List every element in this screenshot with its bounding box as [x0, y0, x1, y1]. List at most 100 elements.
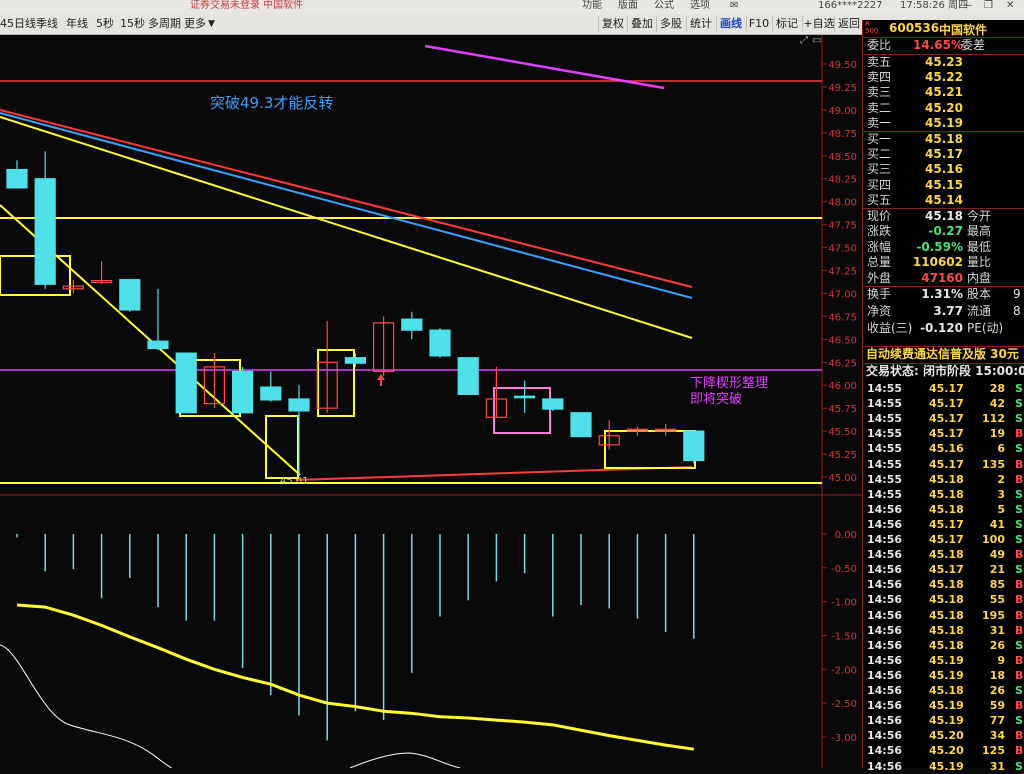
tick-volume: 34: [989, 729, 1005, 743]
maximize-icon[interactable]: ❐: [984, 0, 993, 12]
tick-row: 14:56 45.18 31 B: [863, 623, 1024, 638]
menu-function[interactable]: 功能: [582, 0, 602, 12]
back-button[interactable]: 返回: [834, 16, 863, 32]
statistics-button[interactable]: 统计: [686, 16, 715, 32]
stat-label-2: 流通: [967, 304, 992, 318]
tick-row: 14:55 45.17 28 S: [863, 381, 1024, 396]
tick-row: 14:55 45.17 19 B: [863, 426, 1024, 441]
tick-volume: 55: [989, 593, 1005, 607]
macd-tick-label: -0.50: [831, 564, 857, 575]
quote-value: -0.27: [928, 224, 963, 239]
bid-price: 45.15: [925, 177, 963, 192]
menu-options[interactable]: 选项: [690, 0, 710, 12]
candle-body: [147, 340, 169, 350]
tick-volume: 31: [989, 759, 1005, 773]
bid-row: 买四 45.15: [863, 178, 1024, 193]
tick-volume: 26: [989, 684, 1005, 697]
ask-row: 卖三 45.21: [863, 85, 1024, 100]
stat-label: 净资: [867, 304, 892, 318]
tick-volume: 21: [989, 563, 1005, 577]
tick-volume: 195: [982, 608, 1005, 622]
period-quarter[interactable]: 季线: [36, 17, 58, 31]
tick-time: 14:56: [867, 653, 903, 667]
tick-volume: 85: [989, 578, 1005, 592]
price-tick-label: 46.25: [828, 358, 857, 369]
kline-chart-pane[interactable]: ⤢ ▭ 49.50 49.25 49.00 48.75 48.50 48.25 48.00 4…: [0, 35, 862, 774]
tick-time: 14:56: [867, 714, 903, 728]
tick-volume: 18: [989, 668, 1005, 682]
macd-tick-label: -2.50: [831, 699, 857, 710]
quote-label-2: 量比: [967, 255, 992, 270]
menu-layout[interactable]: 版面: [618, 0, 638, 12]
macd-curve-fragment: [349, 752, 461, 769]
period-5s[interactable]: 5秒: [96, 17, 114, 31]
price-tick-label: 47.00: [828, 289, 857, 300]
macd-dea-curve: [0, 644, 182, 774]
bid-price: 45.17: [925, 147, 963, 162]
promo-banner[interactable]: 自动续费通达信普及版 30元: [863, 347, 1024, 362]
quote-row: 涨跌 -0.27 最高: [863, 224, 1024, 239]
candle-body: [175, 352, 197, 414]
stat-row: 换手 1.31% 股本 9: [863, 287, 1024, 302]
stock-name[interactable]: 中国软件: [939, 21, 987, 38]
tick-side: S: [1015, 382, 1023, 395]
f10-button[interactable]: F10: [746, 16, 771, 32]
quote-panel: R 500 600536 中国软件 委比 14.65% 委差 卖五 45.23 卖四 4…: [862, 20, 1024, 773]
tick-volume: 125: [982, 744, 1005, 758]
period-more[interactable]: 更多: [184, 17, 206, 31]
quote-value: 45.18: [925, 209, 963, 223]
period-year[interactable]: 年线: [66, 17, 88, 31]
tick-row: 14:56 45.18 26 S: [863, 638, 1024, 653]
stock-code[interactable]: 600536: [889, 21, 939, 35]
price-tick-label: 45.50: [828, 427, 857, 438]
period-15s[interactable]: 15秒: [120, 17, 145, 31]
ask-level-label: 卖四: [867, 70, 892, 85]
close-icon[interactable]: ✕: [1006, 0, 1014, 12]
bid-row: 买三 45.16: [863, 162, 1024, 177]
price-tick-label: 45.25: [828, 450, 857, 461]
macd-tick-label: -1.00: [831, 598, 857, 609]
tick-time: 14:55: [867, 442, 903, 456]
tick-row: 14:56 45.19 77 S: [863, 713, 1024, 728]
bid-row: 买一 45.18: [863, 132, 1024, 147]
tick-row: 14:55 45.18 2 B: [863, 472, 1024, 487]
period-multi[interactable]: 多周期: [148, 17, 181, 31]
tick-time: 14:56: [867, 699, 903, 713]
menu-formula[interactable]: 公式: [654, 0, 674, 12]
kline-chart[interactable]: ⤢ ▭ 49.50 49.25 49.00 48.75 48.50 48.25 48.00 4…: [0, 35, 862, 774]
tick-volume: 100: [982, 533, 1005, 546]
mail-icon[interactable]: ✉: [730, 0, 738, 12]
minimize-icon[interactable]: —: [962, 0, 972, 12]
price-tick-label: 49.00: [828, 106, 857, 117]
restore-icon[interactable]: ⤢: [800, 35, 808, 46]
tick-side: S: [1015, 714, 1023, 728]
tick-row: 14:56 45.19 59 B: [863, 698, 1024, 713]
box-annotation-pink: [493, 387, 551, 434]
multi-stock-button[interactable]: 多股: [656, 16, 685, 32]
tick-row: 14:56 45.18 85 B: [863, 577, 1024, 592]
tick-side: S: [1015, 759, 1023, 773]
ask-row: 卖五 45.23: [863, 55, 1024, 70]
chevron-down-icon[interactable]: ▼: [208, 17, 215, 31]
bid-row: 买五 45.14: [863, 193, 1024, 208]
overlay-button[interactable]: 叠加: [627, 16, 656, 32]
bid-level-label: 买一: [867, 132, 892, 146]
quote-value: 47160: [921, 270, 963, 285]
tick-time: 14:55: [867, 487, 903, 501]
mark-button[interactable]: 标记: [772, 16, 801, 32]
bid-row: 买二 45.17: [863, 147, 1024, 162]
add-watchlist-button[interactable]: +自选: [802, 16, 835, 32]
ask-level-label: 卖五: [867, 55, 892, 69]
candle-body: [542, 398, 564, 410]
draw-line-button[interactable]: 画线: [716, 16, 745, 32]
stat-value-2: 8: [1013, 304, 1021, 318]
period-45day[interactable]: 45日线: [0, 17, 36, 31]
stat-value: 3.77: [933, 304, 963, 318]
tick-side: S: [1015, 487, 1023, 501]
restore-rights-button[interactable]: 复权: [598, 16, 627, 32]
ask-level-label: 卖二: [867, 100, 892, 115]
tick-time: 14:56: [867, 593, 903, 607]
window-icon[interactable]: ▭: [812, 35, 821, 46]
tick-time: 14:55: [867, 397, 903, 411]
quote-label: 外盘: [867, 270, 892, 285]
